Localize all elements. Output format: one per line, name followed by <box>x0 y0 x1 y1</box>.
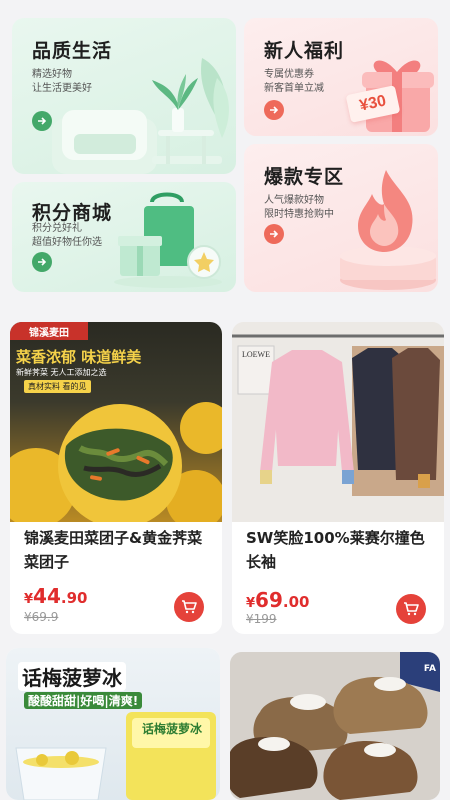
arrow-right-icon[interactable] <box>264 224 284 244</box>
image-tagline: 新鲜荠菜 无人工添加之选 <box>16 368 107 377</box>
cart-icon <box>404 602 419 616</box>
image-tag: FA <box>423 664 436 674</box>
arrow-right-icon[interactable] <box>32 111 52 131</box>
product-card[interactable]: LOEWE SW笑脸100%莱赛尔撞色长袖 ¥69.00 ¥199 <box>232 322 444 634</box>
banner-subtitle: 积分兑好礼 超值好物任你选 <box>32 223 102 248</box>
banner-title: 积分商城 <box>32 202 113 224</box>
image-headline: 话梅菠萝冰 <box>18 662 126 691</box>
arrow-right-icon[interactable] <box>264 100 284 120</box>
add-to-cart-button[interactable] <box>396 594 426 624</box>
package-label: 话梅菠萝冰 <box>142 722 203 736</box>
image-sign: LOEWE <box>242 350 270 359</box>
original-price: ¥199 <box>246 612 277 626</box>
product-image[interactable]: FA <box>230 652 440 800</box>
product-card[interactable]: 锦溪麦田 菜香浓郁 味道鲜美 新鲜荠菜 无人工添加之选 真材实料 看的见 锦溪麦… <box>10 322 222 634</box>
product-price: ¥44.90 <box>24 584 88 608</box>
product-card[interactable]: FA <box>230 652 440 800</box>
coupon-value: ¥30 <box>358 92 388 115</box>
product-image[interactable]: 话梅菠萝冰 酸酸甜甜|好喝|清爽! 话梅菠萝冰 <box>6 648 220 800</box>
product-price: ¥69.00 <box>246 588 310 612</box>
product-name[interactable]: SW笑脸100%莱赛尔撞色长袖 <box>246 526 436 574</box>
banner-title: 新人福利 <box>264 40 345 62</box>
banner-newcomer-benefits[interactable]: 新人福利 专属优惠券 新客首单立减 ¥30 <box>244 18 438 136</box>
banner-hot-deals[interactable]: 爆款专区 人气爆款好物 限时特惠抢购中 <box>244 144 438 292</box>
banner-points-mall[interactable]: 积分商城 积分兑好礼 超值好物任你选 <box>12 182 236 292</box>
cart-icon <box>182 600 197 614</box>
product-image[interactable]: LOEWE <box>232 322 444 522</box>
banner-subtitle: 专属优惠券 新客首单立减 <box>264 69 324 94</box>
product-name[interactable]: 锦溪麦田菜团子&黄金荠菜菜团子 <box>24 526 214 574</box>
image-tagline: 酸酸甜甜|好喝|清爽! <box>24 692 143 709</box>
image-headline: 菜香浓郁 味道鲜美 <box>16 348 142 366</box>
shoes-illustration <box>230 652 440 800</box>
banner-quality-life[interactable]: 品质生活 精选好物 让生活更美好 <box>12 18 236 174</box>
dumpling-illustration <box>10 402 222 522</box>
product-image[interactable]: 锦溪麦田 菜香浓郁 味道鲜美 新鲜荠菜 无人工添加之选 真材实料 看的见 <box>10 322 222 522</box>
add-to-cart-button[interactable] <box>174 592 204 622</box>
product-card[interactable]: 话梅菠萝冰 酸酸甜甜|好喝|清爽! 话梅菠萝冰 <box>6 648 220 800</box>
flame-illustration <box>340 170 436 290</box>
armchair-illustration <box>52 58 229 174</box>
shopping-bag-illustration <box>114 192 222 288</box>
brand-tag: 锦溪麦田 <box>10 322 88 340</box>
arrow-right-icon[interactable] <box>32 252 52 272</box>
banner-subtitle: 人气爆款好物 限时特惠抢购中 <box>264 195 334 220</box>
original-price: ¥69.9 <box>24 610 59 624</box>
